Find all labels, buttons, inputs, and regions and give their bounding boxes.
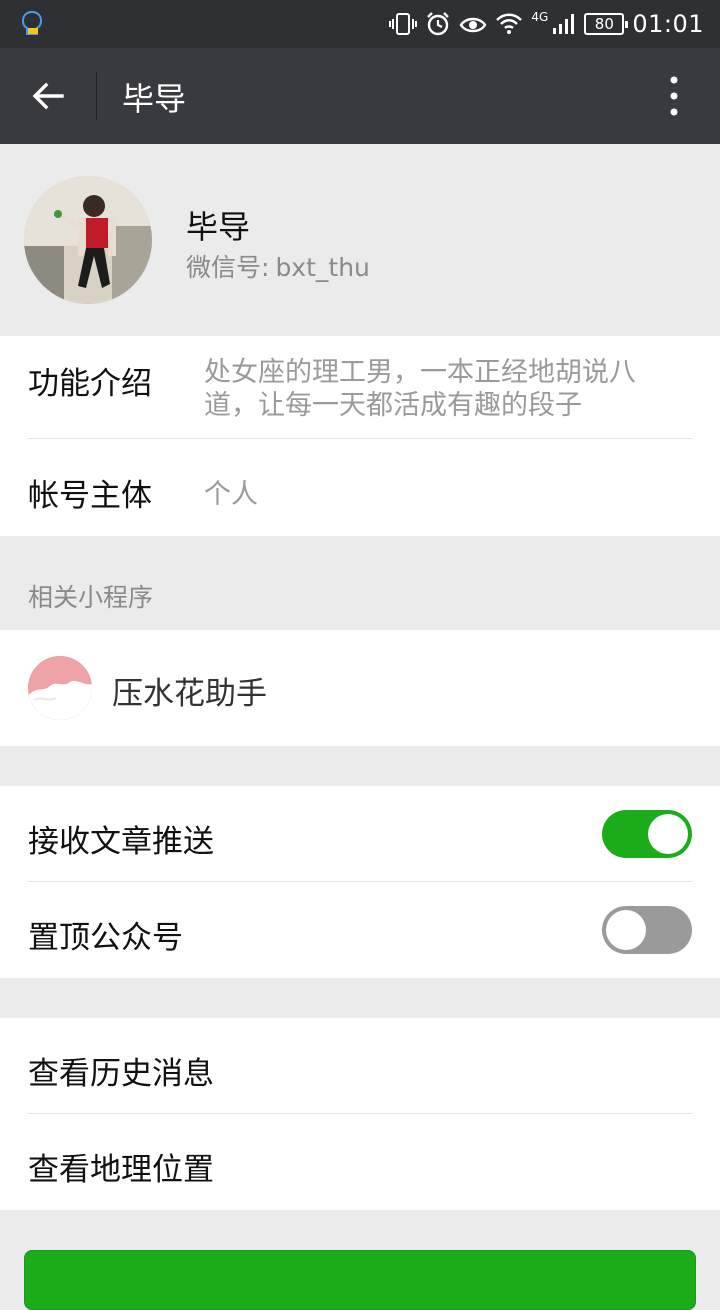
settings-group: 接收文章推送 置顶公众号: [0, 786, 720, 978]
intro-value: 处女座的理工男，一本正经地胡说八道，让每一天都活成有趣的段子: [204, 357, 636, 421]
wifi-icon: [496, 13, 523, 34]
receive-push-label: 接收文章推送: [28, 824, 214, 860]
back-arrow-icon[interactable]: [28, 76, 68, 116]
battery-indicator: 80: [584, 13, 629, 35]
mini-programs-header: 相关小程序: [28, 583, 154, 612]
avatar-photo: [24, 176, 152, 304]
eye-comfort-icon: [459, 17, 487, 33]
status-time: 01:01: [632, 10, 704, 38]
avatar[interactable]: [24, 176, 152, 304]
pin-top-toggle[interactable]: [602, 906, 692, 954]
profile-header: 毕导 微信号: bxt_thu: [0, 144, 720, 336]
account-info-group: 功能介绍 处女座的理工男，一本正经地胡说八道，让每一天都活成有趣的段子 帐号主体…: [0, 336, 720, 536]
page-title: 毕导: [122, 80, 187, 118]
divider: [28, 1113, 692, 1114]
divider: [28, 438, 692, 439]
wechat-id-line: 微信号: bxt_thu: [186, 248, 370, 284]
status-bar: 4G 80 01:01: [0, 0, 720, 48]
links-group: 查看历史消息 查看地理位置: [0, 1018, 720, 1210]
wechat-id-label: 微信号:: [186, 253, 270, 282]
receive-push-toggle[interactable]: [602, 810, 692, 858]
account-subject-value: 个人: [204, 479, 258, 510]
toggle-knob: [648, 814, 688, 854]
enter-account-button[interactable]: [24, 1250, 696, 1310]
wechat-id-value: bxt_thu: [275, 253, 370, 282]
account-name: 毕导: [186, 208, 251, 246]
app-bar-divider: [96, 72, 97, 120]
mini-program-label: 压水花助手: [112, 676, 267, 712]
battery-level: 80: [594, 15, 614, 33]
intro-label: 功能介绍: [28, 366, 152, 402]
pin-top-label: 置顶公众号: [28, 920, 183, 956]
network-type-label: 4G: [531, 10, 549, 24]
signal-icon: [553, 14, 575, 34]
divider: [28, 881, 692, 882]
mini-program-item[interactable]: 压水花助手: [0, 630, 720, 746]
toggle-knob: [606, 910, 646, 950]
app-bar: 毕导: [0, 48, 720, 144]
view-history-link[interactable]: 查看历史消息: [28, 1048, 214, 1093]
mini-program-icon: [28, 656, 92, 720]
view-location-link[interactable]: 查看地理位置: [28, 1144, 214, 1189]
alarm-icon: [427, 12, 450, 36]
vibrate-icon: [389, 13, 418, 35]
account-subject-label: 帐号主体: [28, 478, 152, 514]
more-options-icon[interactable]: [664, 74, 684, 118]
notification-app-icon: [21, 10, 43, 35]
